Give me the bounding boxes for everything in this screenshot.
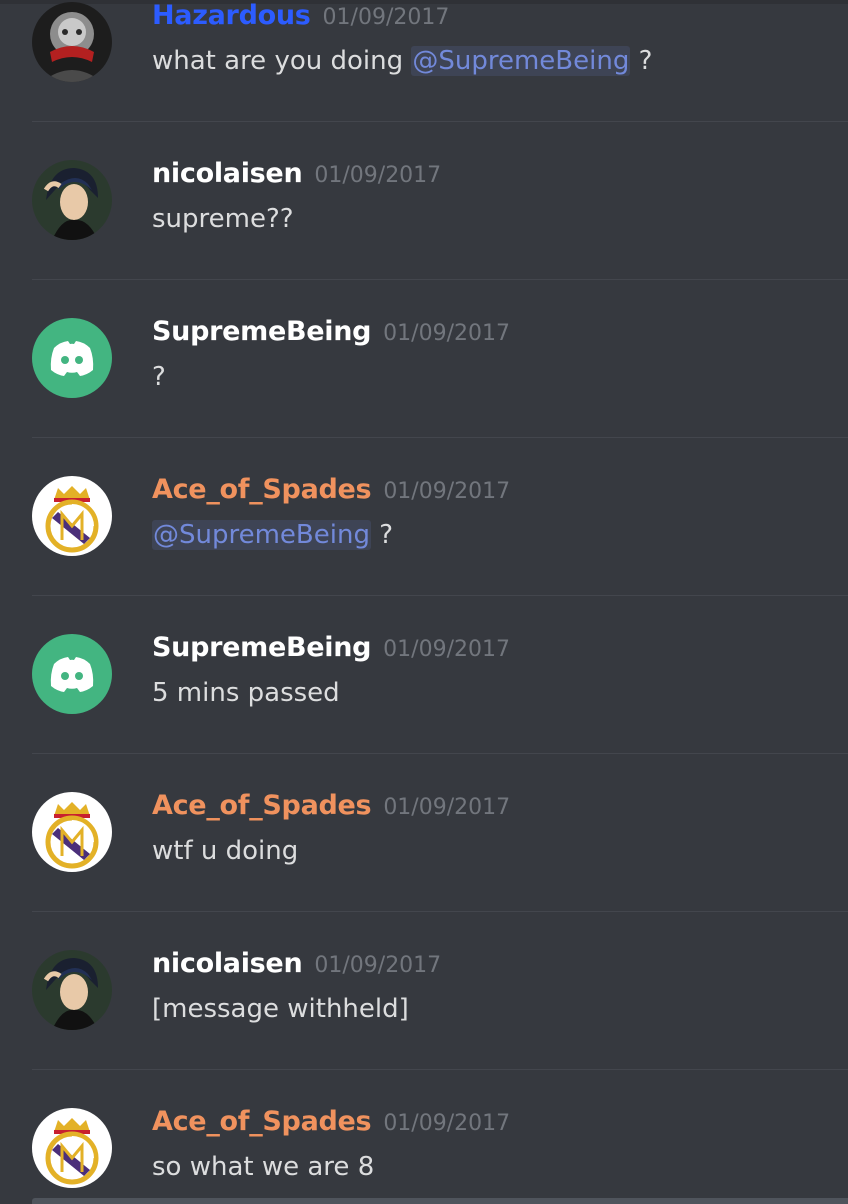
message-header: Ace_of_Spades 01/09/2017 — [152, 1106, 510, 1137]
message-content: @SupremeBeing ? — [152, 520, 393, 550]
username[interactable]: SupremeBeing — [152, 316, 371, 347]
timestamp: 01/09/2017 — [314, 163, 442, 188]
message-text-suffix: ? — [630, 46, 653, 76]
message-divider — [32, 1069, 848, 1070]
hazardous-avatar[interactable] — [32, 2, 112, 82]
message-header: nicolaisen 01/09/2017 — [152, 158, 441, 189]
anime-avatar[interactable] — [32, 160, 112, 240]
message-text: [message withheld] — [152, 994, 409, 1024]
anime-avatar[interactable] — [32, 950, 112, 1030]
message-group[interactable]: Ace_of_Spades 01/09/2017 @SupremeBeing ? — [0, 472, 848, 630]
timestamp: 01/09/2017 — [383, 795, 511, 820]
username[interactable]: Ace_of_Spades — [152, 1106, 372, 1137]
message-group[interactable]: SupremeBeing 01/09/2017 5 mins passed — [0, 630, 848, 788]
horizontal-scrollbar[interactable] — [32, 1198, 848, 1204]
message-text-suffix: ? — [370, 520, 394, 550]
message-content: ? — [152, 362, 166, 392]
message-text: ? — [152, 362, 166, 392]
message-group[interactable]: nicolaisen 01/09/2017 [message withheld] — [0, 946, 848, 1104]
username[interactable]: nicolaisen — [152, 948, 303, 979]
message-content: wtf u doing — [152, 836, 298, 866]
message-divider — [32, 753, 848, 754]
user-mention[interactable]: @SupremeBeing — [152, 520, 371, 550]
message-text: what are you doing — [152, 46, 412, 76]
message-divider — [32, 437, 848, 438]
message-divider — [32, 595, 848, 596]
chat-messages: Hazardous 01/09/2017 what are you doing @S… — [0, 0, 848, 1204]
crest-avatar[interactable] — [32, 792, 112, 872]
message-group[interactable]: Hazardous 01/09/2017 what are you doing @S… — [0, 0, 848, 156]
message-content: so what we are 8 — [152, 1152, 374, 1182]
username[interactable]: Ace_of_Spades — [152, 474, 372, 505]
message-header: nicolaisen 01/09/2017 — [152, 948, 441, 979]
crest-avatar[interactable] — [32, 476, 112, 556]
message-text: wtf u doing — [152, 836, 299, 866]
timestamp: 01/09/2017 — [383, 479, 511, 504]
username[interactable]: nicolaisen — [152, 158, 303, 189]
timestamp: 01/09/2017 — [322, 5, 450, 30]
message-content: [message withheld] — [152, 994, 409, 1024]
username[interactable]: Ace_of_Spades — [152, 790, 372, 821]
message-divider — [32, 911, 848, 912]
discord-default-avatar[interactable] — [32, 318, 112, 398]
message-group[interactable]: nicolaisen 01/09/2017 supreme?? — [0, 156, 848, 314]
timestamp: 01/09/2017 — [314, 953, 442, 978]
message-content: what are you doing @SupremeBeing ? — [152, 46, 652, 76]
message-header: Hazardous 01/09/2017 — [152, 0, 449, 31]
message-text: 5 mins passed — [152, 678, 340, 708]
message-content: supreme?? — [152, 204, 294, 234]
message-group[interactable]: Ace_of_Spades 01/09/2017 wtf u doing — [0, 788, 848, 946]
message-header: SupremeBeing 01/09/2017 — [152, 632, 510, 663]
user-mention[interactable]: @SupremeBeing — [411, 46, 631, 76]
timestamp: 01/09/2017 — [383, 321, 510, 346]
message-header: Ace_of_Spades 01/09/2017 — [152, 790, 510, 821]
discord-default-avatar[interactable] — [32, 634, 112, 714]
timestamp: 01/09/2017 — [383, 637, 510, 662]
message-group[interactable]: SupremeBeing 01/09/2017? — [0, 314, 848, 472]
username[interactable]: SupremeBeing — [152, 632, 371, 663]
crest-avatar[interactable] — [32, 1108, 112, 1188]
message-divider — [32, 121, 848, 122]
message-header: Ace_of_Spades 01/09/2017 — [152, 474, 510, 505]
message-text: so what we are 8 — [152, 1152, 375, 1182]
message-content: 5 mins passed — [152, 678, 340, 708]
username[interactable]: Hazardous — [152, 0, 311, 31]
message-text: supreme?? — [152, 204, 294, 234]
message-divider — [32, 279, 848, 280]
timestamp: 01/09/2017 — [383, 1111, 511, 1136]
message-header: SupremeBeing 01/09/2017 — [152, 316, 510, 347]
message-group[interactable]: Ace_of_Spades 01/09/2017 so what we are 8 — [0, 1104, 848, 1204]
